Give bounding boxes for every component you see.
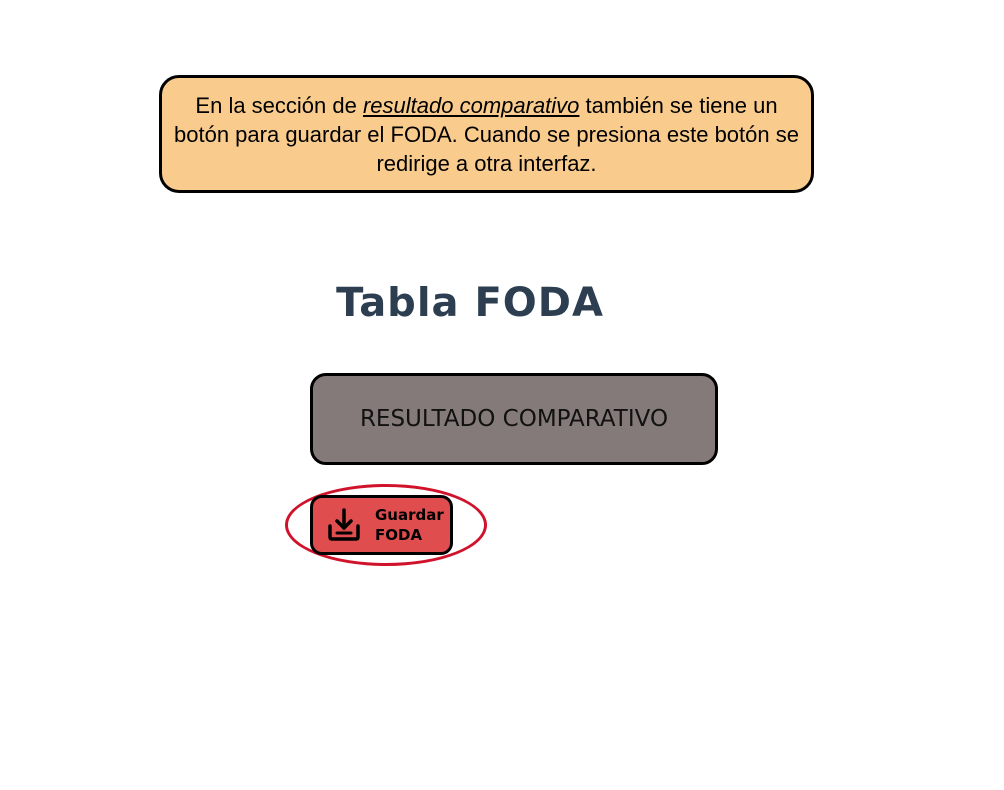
instruction-callout: En la sección de resultado comparativo t… bbox=[159, 75, 814, 193]
callout-text: En la sección de resultado comparativo t… bbox=[172, 91, 801, 178]
callout-emphasis: resultado comparativo bbox=[362, 92, 580, 118]
page-title: Tabla FODA bbox=[336, 286, 604, 318]
resultado-comparativo-label: RESULTADO COMPARATIVO bbox=[359, 406, 669, 432]
guardar-foda-button[interactable]: Guardar FODA bbox=[310, 495, 453, 555]
save-label-line2: FODA bbox=[375, 526, 423, 544]
save-label-line1: Guardar bbox=[375, 506, 444, 524]
download-tray-icon bbox=[325, 506, 363, 544]
resultado-comparativo-button[interactable]: RESULTADO COMPARATIVO bbox=[310, 373, 718, 465]
callout-text-before: En la sección de bbox=[195, 92, 363, 118]
guardar-foda-label: Guardar FODA bbox=[375, 505, 444, 545]
page-title-cropped: Tabla FODA bbox=[300, 286, 640, 318]
